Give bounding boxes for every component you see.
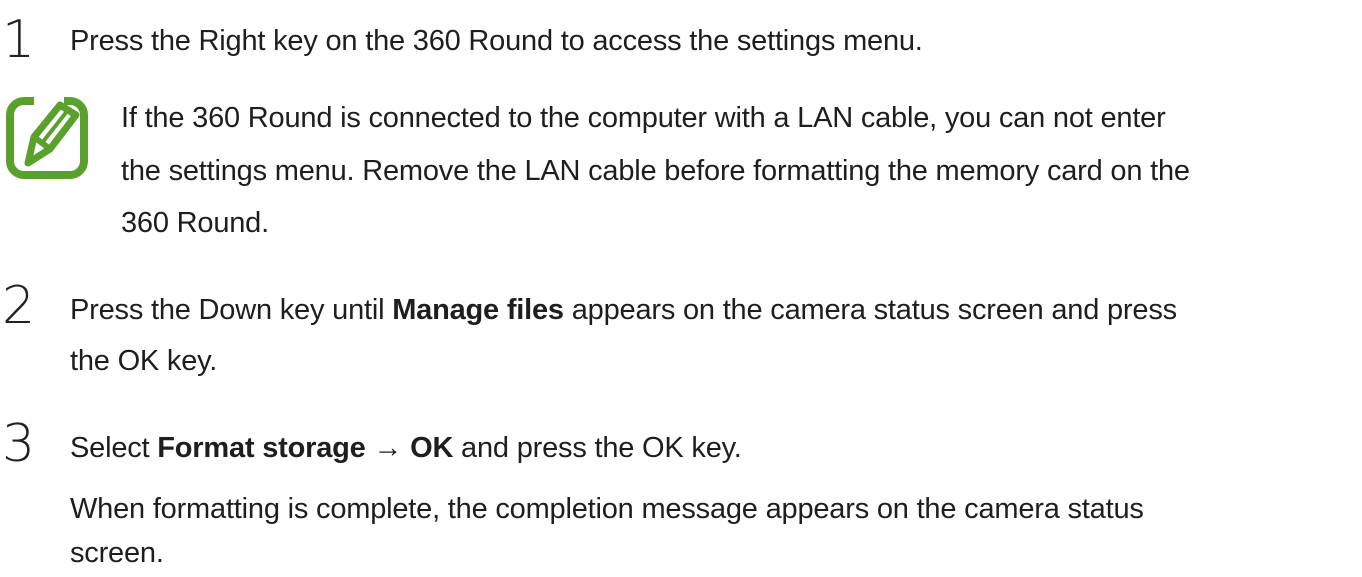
step-2-text-c: appears on the camera status screen and … [563, 294, 1177, 326]
step-3-sub-line-2: screen. [70, 537, 164, 569]
step-2-line-2: the OK key. [70, 345, 218, 377]
step-2-text-a: Press the Down key until [70, 294, 393, 326]
step-3-sub-line-1: When formatting is complete, the complet… [70, 493, 1144, 525]
arrow-separator: → [365, 432, 411, 464]
note-line-3: 360 Round. [121, 207, 269, 239]
step-1-text: Press the Right key on the 360 Round to … [70, 25, 923, 57]
step-1-number: 1 [2, 10, 36, 70]
format-storage-label: Format storage [157, 432, 366, 464]
step-3-text-e: and press the OK key. [453, 432, 742, 464]
note-pencil-icon [6, 97, 88, 179]
step-2-number: 2 [2, 276, 36, 336]
step-3-line-1: Select Format storage → OK and press the… [70, 427, 742, 469]
step-3-text-a: Select [70, 432, 158, 464]
ok-label: OK [410, 432, 454, 464]
step-2-line-1: Press the Down key until Manage files ap… [70, 289, 1177, 331]
step-3-number: 3 [2, 414, 36, 474]
note-line-2: the settings menu. Remove the LAN cable … [121, 155, 1190, 187]
manage-files-label: Manage files [392, 294, 564, 326]
note-line-1: If the 360 Round is connected to the com… [121, 102, 1166, 134]
